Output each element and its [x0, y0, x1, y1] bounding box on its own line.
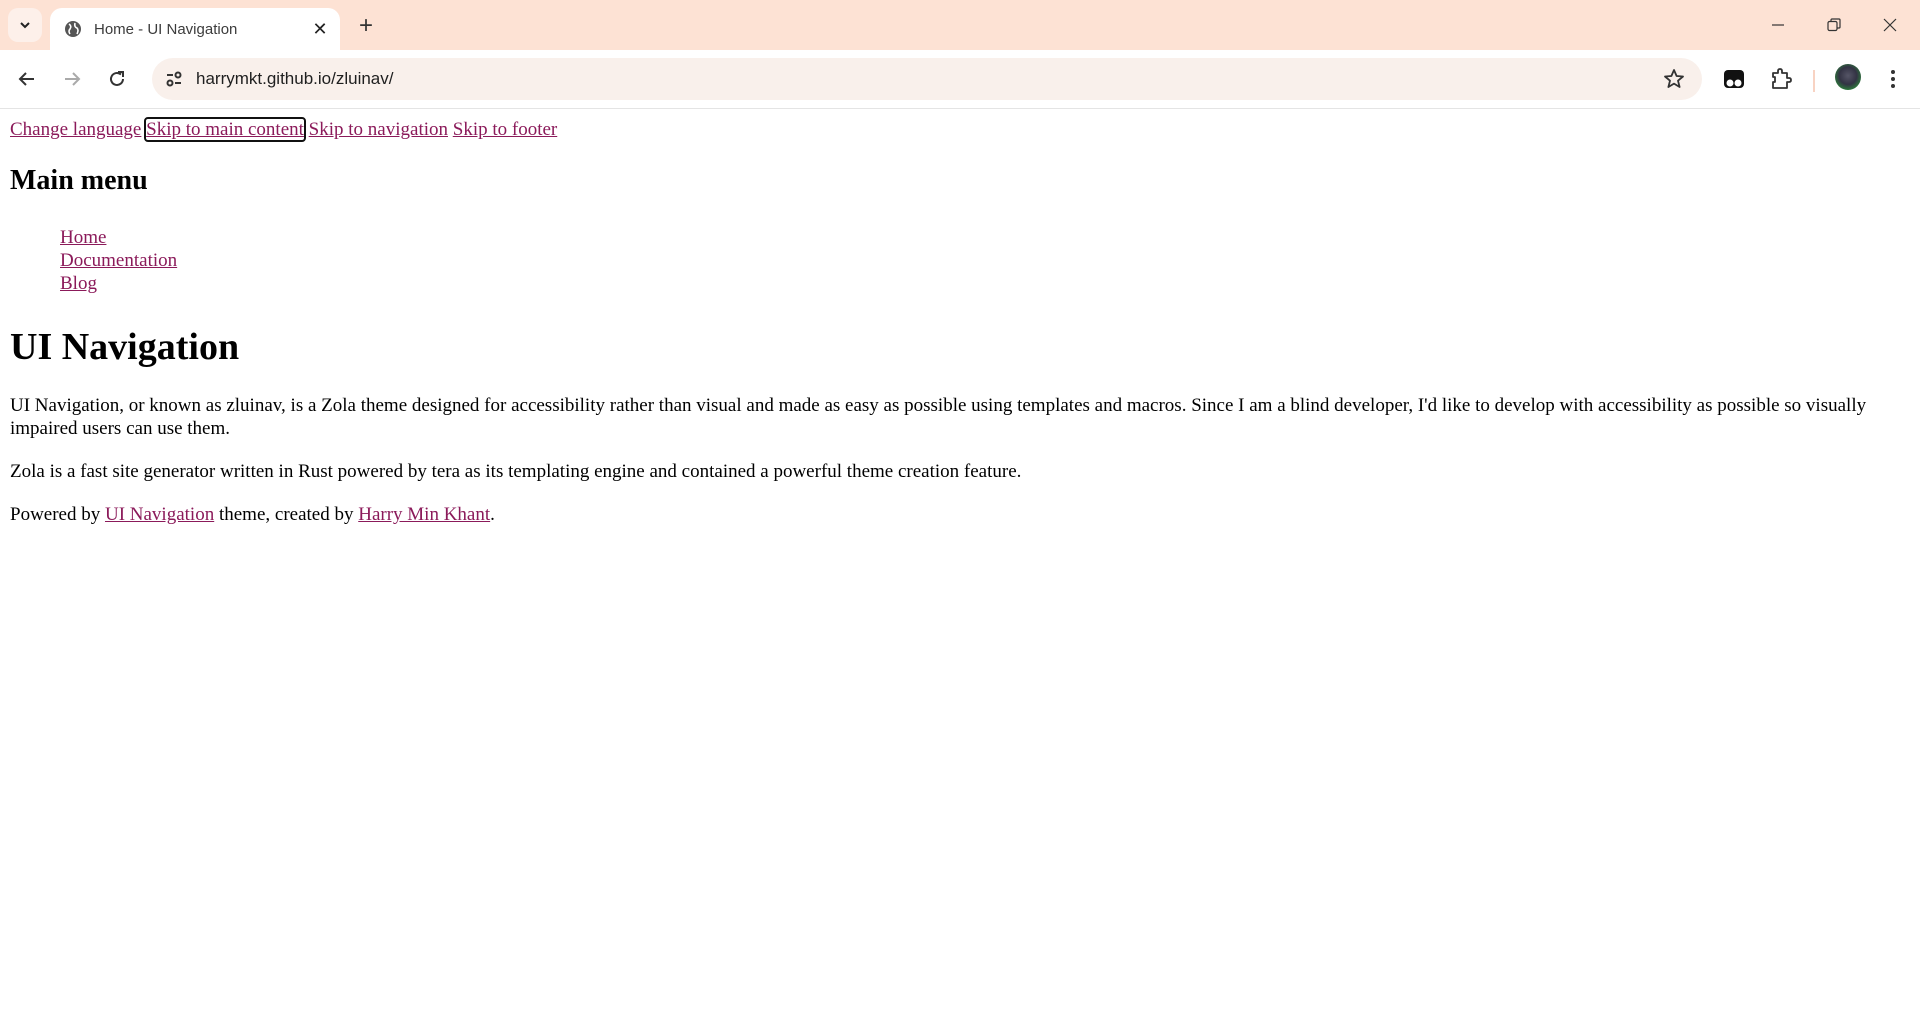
menu-item-blog: Blog — [60, 272, 177, 295]
site-info-button[interactable] — [158, 63, 190, 95]
footer-credits: Powered by UI Navigation theme, created … — [10, 504, 495, 526]
skip-to-navigation-link[interactable]: Skip to navigation — [309, 119, 448, 140]
back-icon — [18, 72, 34, 86]
close-window-button[interactable] — [1862, 0, 1918, 50]
intro-paragraph: UI Navigation, or known as zluinav, is a… — [10, 395, 1867, 439]
site-info-icon — [166, 71, 182, 87]
active-tab[interactable]: Home - UI Navigation ✕ — [50, 8, 340, 50]
skip-to-main-content-link[interactable]: Skip to main content — [144, 117, 306, 142]
tab-title: Home - UI Navigation — [94, 20, 238, 38]
page-title: UI Navigation — [10, 326, 240, 368]
extensions-button[interactable] — [1768, 66, 1794, 92]
footer-prefix: Powered by — [10, 504, 105, 525]
toolbar-separator — [1813, 70, 1815, 92]
documentation-link[interactable]: Documentation — [60, 250, 177, 271]
blog-link[interactable]: Blog — [60, 273, 97, 294]
globe-icon — [65, 21, 81, 37]
theme-link[interactable]: UI Navigation — [105, 504, 214, 525]
browser-toolbar: harrymkt.github.io/zluinav/ — [0, 50, 1920, 109]
reload-button[interactable] — [100, 62, 134, 96]
browser-titlebar: Home - UI Navigation ✕ + — [0, 0, 1920, 50]
author-link[interactable]: Harry Min Khant — [358, 504, 490, 525]
home-link[interactable]: Home — [60, 227, 106, 248]
skip-to-footer-link[interactable]: Skip to footer — [453, 119, 558, 140]
change-language-link[interactable]: Change language — [10, 119, 141, 140]
profile-avatar[interactable] — [1835, 64, 1861, 90]
tab-search-button[interactable] — [8, 8, 42, 42]
restore-button[interactable] — [1806, 0, 1862, 50]
main-menu: Home Documentation Blog — [60, 226, 177, 295]
close-tab-icon[interactable]: ✕ — [306, 15, 334, 43]
chevron-down-icon — [20, 22, 30, 29]
extension-tampermonkey-icon — [1724, 70, 1744, 88]
browser-menu-button[interactable] — [1880, 66, 1906, 92]
tampermonkey-extension-button[interactable] — [1721, 66, 1747, 92]
window-close-icon — [1883, 18, 1897, 32]
skip-links: Change language Skip to main content Ski… — [10, 117, 558, 142]
web-page: Change language Skip to main content Ski… — [0, 109, 1920, 1020]
menu-item-home: Home — [60, 226, 177, 249]
back-button[interactable] — [10, 62, 44, 96]
url-text[interactable]: harrymkt.github.io/zluinav/ — [196, 69, 393, 89]
zola-paragraph: Zola is a fast site generator written in… — [10, 461, 1022, 482]
forward-button[interactable] — [55, 62, 89, 96]
extensions-puzzle-icon — [1772, 68, 1792, 89]
minimize-button[interactable] — [1750, 0, 1806, 50]
restore-icon — [1827, 18, 1841, 32]
footer-suffix: . — [490, 504, 495, 525]
footer-middle: theme, created by — [214, 504, 359, 525]
forward-icon — [65, 72, 81, 86]
menu-kebab-icon — [1891, 70, 1895, 88]
main-menu-heading: Main menu — [10, 165, 148, 196]
new-tab-button[interactable]: + — [352, 12, 380, 40]
bookmark-star-icon[interactable] — [1662, 67, 1686, 91]
menu-item-documentation: Documentation — [60, 249, 177, 272]
minimize-icon — [1772, 24, 1784, 26]
reload-icon — [110, 71, 124, 86]
address-bar[interactable]: harrymkt.github.io/zluinav/ — [152, 58, 1702, 100]
